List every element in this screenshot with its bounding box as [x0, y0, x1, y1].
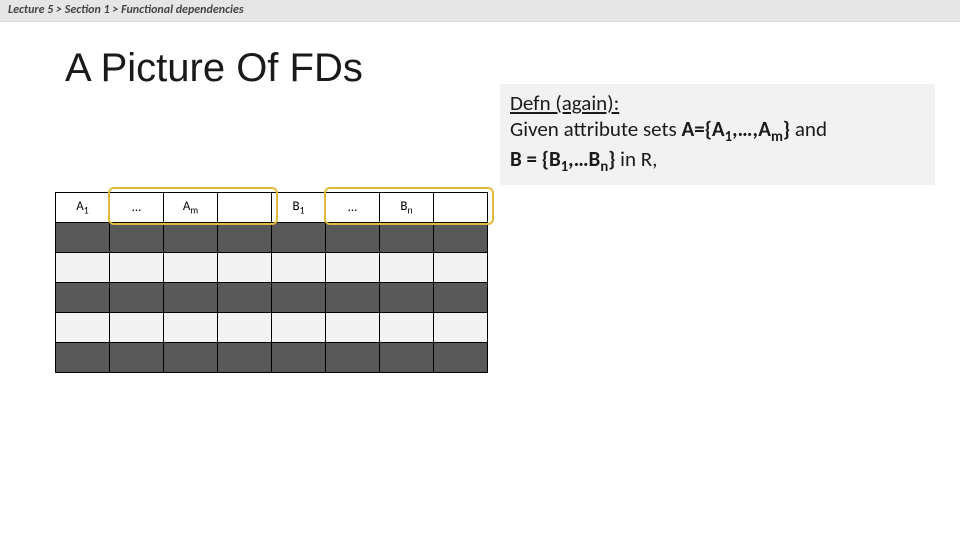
col-am: Am — [164, 193, 218, 223]
col-spacer — [218, 193, 272, 223]
col-bn: Bn — [380, 193, 434, 223]
col-a-ellipsis: … — [110, 193, 164, 223]
defn-text: Given attribute sets — [510, 116, 682, 142]
col-b-ellipsis: … — [326, 193, 380, 223]
defn-set-a: A={A1,…,Am} — [682, 116, 791, 142]
relation-table: A1 … Am B1 … Bn — [55, 192, 488, 373]
table-header-row: A1 … Am B1 … Bn — [56, 193, 488, 223]
table-row — [56, 223, 488, 253]
defn-heading: Defn (again): — [510, 90, 619, 116]
breadcrumb-sep: > — [56, 3, 62, 17]
defn-text: and — [790, 116, 827, 142]
breadcrumb-topic: Functional dependencies — [121, 3, 244, 17]
breadcrumb: Lecture 5 > Section 1 > Functional depen… — [0, 0, 960, 22]
breadcrumb-lecture: Lecture 5 — [8, 3, 53, 17]
table-row — [56, 283, 488, 313]
page-title: A Picture Of FDs — [65, 46, 363, 91]
breadcrumb-section: Section 1 — [65, 3, 110, 17]
table-row — [56, 343, 488, 373]
defn-text: in R, — [615, 146, 657, 172]
relation-table-wrap: A1 … Am B1 … Bn — [55, 192, 488, 373]
col-extra — [434, 193, 488, 223]
table-row — [56, 253, 488, 283]
table-row — [56, 313, 488, 343]
breadcrumb-sep: > — [112, 3, 118, 17]
definition-box: Defn (again): Given attribute sets A={A1… — [500, 84, 935, 185]
col-b1: B1 — [272, 193, 326, 223]
defn-set-b: B = {B1,…Bn} — [510, 146, 615, 172]
slide-body: A Picture Of FDs Defn (again): Given att… — [0, 22, 960, 540]
col-a1: A1 — [56, 193, 110, 223]
